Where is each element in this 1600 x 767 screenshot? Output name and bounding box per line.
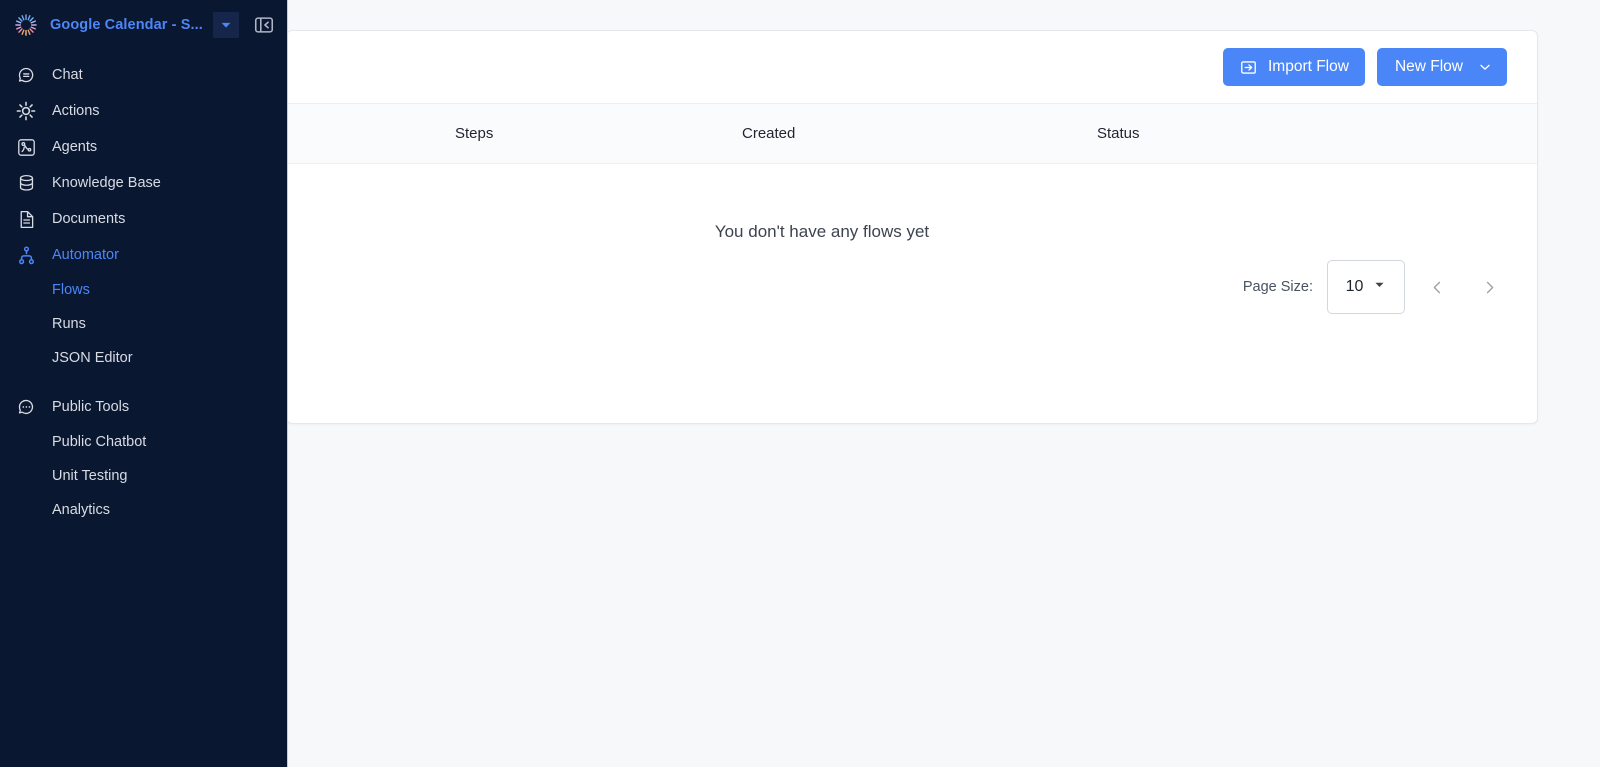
document-icon xyxy=(14,207,38,231)
sidebar-item-actions[interactable]: Actions xyxy=(0,93,287,129)
sidebar-nav: Chat Actions Agents Knowledge Base Docum… xyxy=(0,49,287,527)
sidebar-item-label: Unit Testing xyxy=(52,468,128,484)
new-flow-label: New Flow xyxy=(1394,58,1463,75)
chevron-down-icon xyxy=(1477,59,1493,75)
sidebar-item-label: Automator xyxy=(52,247,119,263)
burst-logo-icon xyxy=(12,11,40,39)
sidebar-item-analytics[interactable]: Analytics xyxy=(0,493,287,527)
page-size-label: Page Size: xyxy=(1242,279,1313,295)
sidebar-header: Google Calendar - S... xyxy=(0,0,287,49)
prev-page-button[interactable] xyxy=(1417,267,1457,307)
column-header-steps[interactable]: Steps xyxy=(447,125,734,142)
sidebar-item-automator[interactable]: Automator xyxy=(0,237,287,273)
sidebar-item-agents[interactable]: Agents xyxy=(0,129,287,165)
database-icon xyxy=(14,171,38,195)
caret-down-icon xyxy=(1373,278,1386,296)
next-page-button[interactable] xyxy=(1469,267,1509,307)
main-content: Import Flow New Flow Steps Created Statu… xyxy=(288,0,1600,767)
import-flow-button[interactable]: Import Flow xyxy=(1222,48,1365,86)
agents-node-icon xyxy=(14,135,38,159)
chevron-right-icon xyxy=(1480,278,1499,297)
sidebar-item-chat[interactable]: Chat xyxy=(0,57,287,93)
panel-collapse-icon[interactable] xyxy=(251,12,277,38)
sidebar-item-label: Runs xyxy=(52,316,86,332)
chat-dots-icon xyxy=(14,395,38,419)
sidebar-item-label: Actions xyxy=(52,103,100,119)
hierarchy-icon xyxy=(14,243,38,267)
sidebar-item-runs[interactable]: Runs xyxy=(0,307,287,341)
flows-table-body: You don't have any flows yet Page Size: … xyxy=(288,164,1537,423)
empty-state-message: You don't have any flows yet xyxy=(714,222,930,241)
sidebar-item-label: Public Chatbot xyxy=(52,434,147,450)
import-arrow-icon xyxy=(1239,58,1258,77)
gear-sun-icon xyxy=(14,99,38,123)
sidebar-item-flows[interactable]: Flows xyxy=(0,273,287,307)
sidebar: Google Calendar - S... Chat Actions Agen… xyxy=(0,0,288,767)
sidebar-item-unit-testing[interactable]: Unit Testing xyxy=(0,459,287,493)
chevron-left-icon xyxy=(1428,278,1447,297)
sidebar-item-label: Public Tools xyxy=(52,399,130,415)
caret-down-icon[interactable] xyxy=(213,11,239,38)
flows-toolbar: Import Flow New Flow xyxy=(288,31,1537,103)
page-size-select[interactable]: 10 xyxy=(1327,260,1405,314)
column-header-created[interactable]: Created xyxy=(734,125,1089,142)
sidebar-item-label: Knowledge Base xyxy=(52,175,161,191)
nav-group-divider xyxy=(0,375,287,389)
sidebar-item-json-editor[interactable]: JSON Editor xyxy=(0,341,287,375)
pagination: Page Size: 10 xyxy=(288,260,1537,314)
column-header-status[interactable]: Status xyxy=(1089,125,1389,142)
sidebar-item-documents[interactable]: Documents xyxy=(0,201,287,237)
import-flow-label: Import Flow xyxy=(1267,58,1349,75)
sidebar-item-label: Analytics xyxy=(52,502,111,518)
flows-table-header: Steps Created Status xyxy=(288,103,1537,164)
page-size-value: 10 xyxy=(1345,278,1364,295)
sidebar-item-knowledge-base[interactable]: Knowledge Base xyxy=(0,165,287,201)
sidebar-item-public-chatbot[interactable]: Public Chatbot xyxy=(0,425,287,459)
chat-bubble-icon xyxy=(14,63,38,87)
sidebar-item-label: JSON Editor xyxy=(52,350,133,366)
flows-card: Import Flow New Flow Steps Created Statu… xyxy=(288,30,1538,424)
sidebar-item-label: Agents xyxy=(52,139,98,155)
sidebar-item-public-tools[interactable]: Public Tools xyxy=(0,389,287,425)
sidebar-item-label: Chat xyxy=(52,67,83,83)
sidebar-item-label: Flows xyxy=(52,282,90,298)
workspace-title: Google Calendar - S... xyxy=(50,16,203,33)
sidebar-item-label: Documents xyxy=(52,211,126,227)
new-flow-button[interactable]: New Flow xyxy=(1376,48,1507,86)
